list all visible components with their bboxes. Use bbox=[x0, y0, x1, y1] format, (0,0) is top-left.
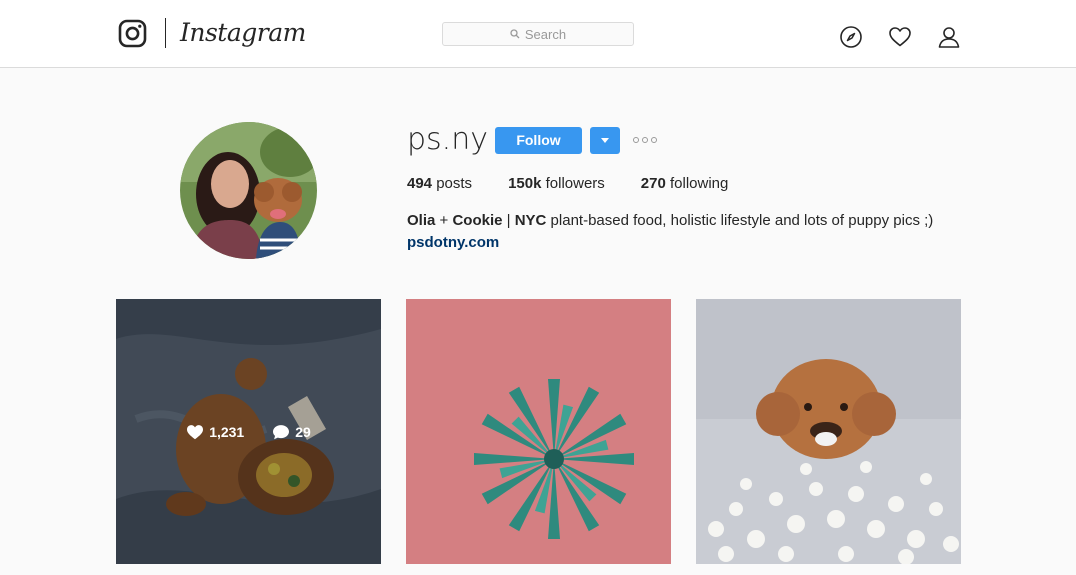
profile-stats: 494 posts 150k followers 270 following bbox=[407, 175, 764, 192]
post-thumbnail[interactable] bbox=[406, 299, 671, 564]
followers-label: followers bbox=[545, 175, 605, 192]
search-icon bbox=[510, 29, 520, 39]
bio-text: plant-based food, holistic lifestyle and… bbox=[546, 212, 934, 229]
more-options-button[interactable] bbox=[633, 133, 659, 147]
caret-down-icon bbox=[601, 138, 609, 143]
posts-label: posts bbox=[436, 175, 473, 192]
heart-icon[interactable] bbox=[888, 25, 912, 49]
user-icon[interactable] bbox=[937, 25, 961, 49]
bio-city: NYC bbox=[514, 212, 547, 229]
logo-divider bbox=[165, 18, 166, 48]
bio-name-cookie: Cookie bbox=[452, 212, 503, 229]
bio-name-olia: Olia bbox=[407, 212, 436, 229]
post-thumbnail[interactable]: 1,231 29 bbox=[116, 299, 381, 564]
compass-icon[interactable] bbox=[839, 25, 863, 49]
instagram-wordmark[interactable]: Instagram bbox=[180, 15, 306, 51]
instagram-camera-icon[interactable] bbox=[118, 19, 147, 48]
dot-icon bbox=[633, 137, 639, 143]
profile-bio: Olia + Cookie | NYC plant-based food, ho… bbox=[407, 211, 967, 253]
following-label: following bbox=[670, 175, 729, 192]
followers-stat[interactable]: 150k followers bbox=[508, 175, 605, 192]
bio-plus: + bbox=[435, 212, 453, 229]
profile-username: ps.ny bbox=[407, 122, 488, 157]
post-thumbnail[interactable] bbox=[696, 299, 961, 564]
profile-avatar[interactable] bbox=[180, 122, 317, 259]
posts-stat: 494 posts bbox=[407, 175, 472, 192]
posts-count: 494 bbox=[407, 175, 433, 192]
followers-count: 150k bbox=[508, 175, 542, 192]
dot-icon bbox=[651, 137, 657, 143]
following-stat[interactable]: 270 following bbox=[641, 175, 729, 192]
dot-icon bbox=[642, 137, 648, 143]
follow-button[interactable]: Follow bbox=[495, 127, 582, 154]
following-count: 270 bbox=[640, 175, 666, 192]
post-likes: 1,231 bbox=[186, 424, 244, 440]
bio-separator: | bbox=[502, 212, 515, 229]
post-hover-overlay: 1,231 29 bbox=[116, 299, 381, 564]
heart-filled-icon bbox=[187, 424, 204, 439]
comment-bubble-icon bbox=[273, 424, 290, 439]
post-likes-count: 1,231 bbox=[209, 423, 245, 440]
top-nav: Instagram Search bbox=[0, 0, 1076, 68]
search-input[interactable]: Search bbox=[442, 22, 634, 46]
search-placeholder: Search bbox=[524, 26, 567, 42]
bio-website-link[interactable]: psdotny.com bbox=[407, 233, 967, 253]
suggested-accounts-dropdown-button[interactable] bbox=[590, 127, 620, 154]
post-comments: 29 bbox=[272, 424, 311, 440]
post-comments-count: 29 bbox=[295, 423, 311, 440]
